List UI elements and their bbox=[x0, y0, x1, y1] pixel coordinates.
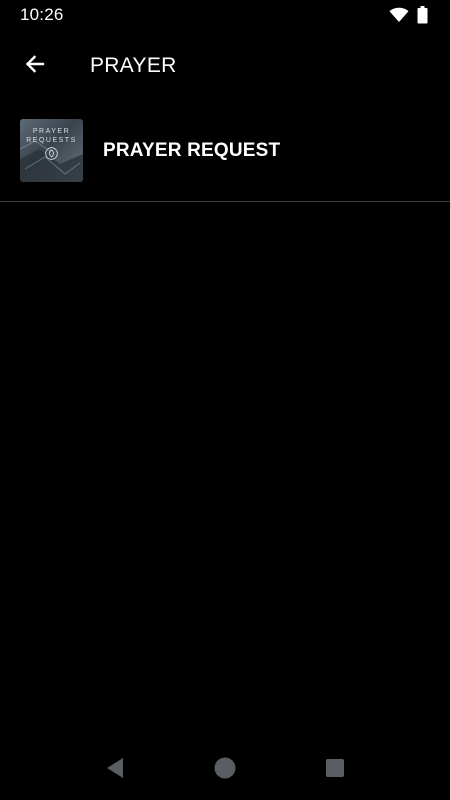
back-button[interactable] bbox=[12, 43, 58, 89]
content-list: PRAYER REQUESTS PRAYER REQUEST bbox=[0, 100, 450, 202]
status-icons bbox=[389, 6, 428, 24]
back-triangle-icon bbox=[105, 757, 125, 784]
battery-icon bbox=[417, 6, 428, 24]
nav-home-button[interactable] bbox=[205, 750, 245, 790]
leaf-icon bbox=[45, 147, 58, 165]
nav-recents-button[interactable] bbox=[315, 750, 355, 790]
status-bar: 10:26 bbox=[0, 0, 450, 30]
list-item-prayer-request[interactable]: PRAYER REQUESTS PRAYER REQUEST bbox=[0, 100, 450, 202]
arrow-left-icon bbox=[23, 52, 47, 81]
wifi-icon bbox=[389, 7, 409, 23]
system-nav-bar bbox=[0, 740, 450, 800]
nav-back-button[interactable] bbox=[95, 750, 135, 790]
home-circle-icon bbox=[214, 757, 236, 784]
prayer-request-thumbnail: PRAYER REQUESTS bbox=[20, 119, 83, 182]
list-item-label: PRAYER REQUEST bbox=[103, 139, 281, 161]
toolbar: PRAYER bbox=[0, 36, 450, 96]
page-title: PRAYER bbox=[90, 54, 177, 77]
thumbnail-text: PRAYER REQUESTS bbox=[26, 128, 77, 144]
screen: 10:26 PRAYER PRAYER REQUESTS PRAYER REQU… bbox=[0, 0, 450, 800]
status-time: 10:26 bbox=[20, 5, 64, 24]
recents-square-icon bbox=[325, 758, 345, 783]
